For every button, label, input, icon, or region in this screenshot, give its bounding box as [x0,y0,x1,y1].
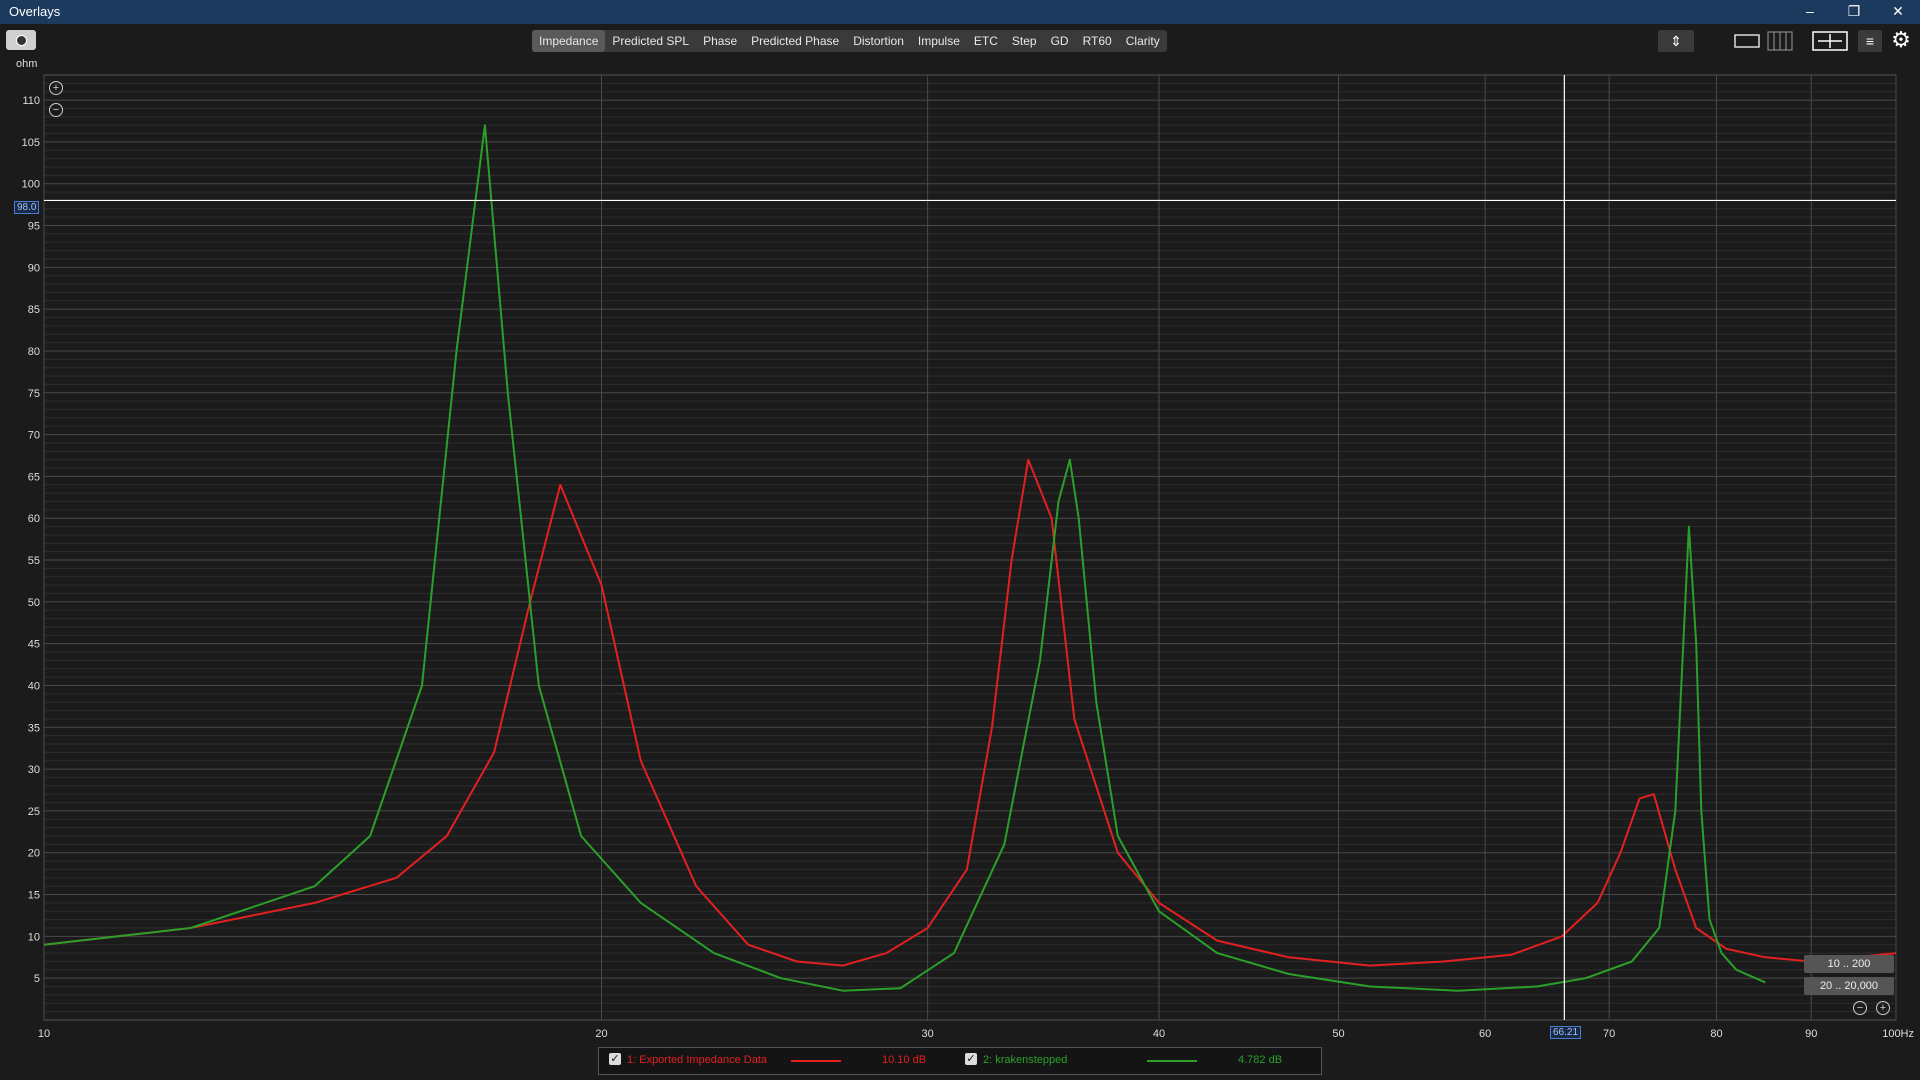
zoom-in-x-icon[interactable]: + [1876,1001,1890,1015]
series-1-label: 1: Exported Impedance Data [627,1054,768,1066]
impedance-plot[interactable]: 5 10 15 20 25 30 35 40 45 50 55 60 65 70 75 80 85 90 95 100… [0,60,1920,1060]
series-1-value: 10.10 dB [882,1054,927,1066]
y-tick-label: 65 [28,471,40,483]
cursor-x-readout: 66.21 [1550,1026,1582,1039]
x-tick-label: 70 [1603,1028,1615,1040]
tab-rt60[interactable]: RT60 [1076,30,1119,52]
x-tick-label: 40 [1153,1028,1165,1040]
range-10-200-button[interactable]: 10 .. 200 [1804,955,1894,973]
y-tick-label: 15 [28,890,40,902]
zoom-out-x-icon[interactable]: − [1853,1001,1867,1015]
tab-impulse[interactable]: Impulse [911,30,967,52]
x-tick-label: 100Hz [1882,1028,1914,1040]
x-tick-label: 90 [1805,1028,1817,1040]
y-tick-label: 110 [22,95,40,107]
tab-step[interactable]: Step [1005,30,1044,52]
y-tick-label: 85 [28,304,40,316]
window-title: Overlays [9,4,61,19]
tab-distortion[interactable]: Distortion [846,30,911,52]
y-tick-label: 25 [28,806,40,818]
x-tick-label: 60 [1479,1028,1491,1040]
y-tick-label: 90 [28,262,40,274]
y-tick-label: 60 [28,513,40,525]
y-tick-label: 45 [28,639,40,651]
y-tick-label: 80 [28,346,40,358]
series-2-checkbox[interactable]: ✓ [965,1053,977,1065]
restore-button[interactable]: ❐ [1832,0,1876,24]
y-tick-label: 100 [22,179,40,191]
tab-predicted-phase[interactable]: Predicted Phase [744,30,846,52]
legend: ✓ 1: Exported Impedance Data 10.10 dB ✓ … [598,1047,1322,1075]
fit-icon[interactable] [1812,30,1848,52]
zoom-out-y-icon[interactable]: − [49,103,63,117]
x-tick-label: 20 [595,1028,607,1040]
y-tick-label: 105 [22,137,40,149]
gear-icon[interactable]: ⚙ [1888,29,1914,52]
y-tick-label: 95 [28,221,40,233]
tab-phase[interactable]: Phase [696,30,744,52]
y-tick-label: 55 [28,555,40,567]
range-20-20000-button[interactable]: 20 .. 20,000 [1804,977,1894,995]
y-tick-label: 5 [34,973,40,985]
zoom-in-y-icon[interactable]: + [49,81,63,95]
y-tick-label: 50 [28,597,40,609]
y-tick-label: 70 [28,430,40,442]
tab-gd[interactable]: GD [1044,30,1076,52]
vertical-scale-icon[interactable]: ⇕ [1658,30,1694,52]
single-layout-icon[interactable] [1733,30,1761,52]
series-2-swatch [1147,1060,1197,1062]
x-tick-label: 30 [922,1028,934,1040]
minimize-button[interactable]: – [1788,0,1832,24]
title-bar: Overlays – ❐ ✕ [0,0,1920,24]
y-tick-label: 40 [28,680,40,692]
series-1-checkbox[interactable]: ✓ [609,1053,621,1065]
x-tick-label: 80 [1710,1028,1722,1040]
list-icon[interactable]: ≡ [1858,30,1882,52]
multi-layout-icon[interactable] [1766,30,1794,52]
y-tick-label: 30 [28,764,40,776]
tab-clarity[interactable]: Clarity [1119,30,1167,52]
camera-icon[interactable] [6,30,36,50]
close-button[interactable]: ✕ [1876,0,1920,24]
tab-etc[interactable]: ETC [967,30,1005,52]
tab-impedance[interactable]: Impedance [532,30,606,52]
tab-bar: Impedance Predicted SPL Phase Predicted … [532,30,1167,52]
series-1-swatch [791,1060,841,1062]
tab-predicted-spl[interactable]: Predicted SPL [605,30,696,52]
y-tick-label: 75 [28,388,40,400]
x-tick-label: 10 [38,1028,50,1040]
x-tick-label: 50 [1332,1028,1344,1040]
y-tick-label: 35 [28,722,40,734]
series-2-label: 2: krakenstepped [983,1054,1068,1066]
cursor-y-readout: 98.0 [14,201,40,214]
y-tick-label: 10 [28,931,40,943]
y-tick-label: 20 [28,848,40,860]
series-2-value: 4.782 dB [1238,1054,1283,1066]
